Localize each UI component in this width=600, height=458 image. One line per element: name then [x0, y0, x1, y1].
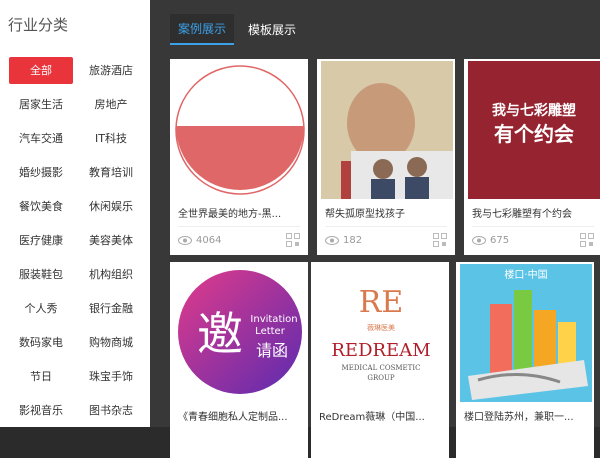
view-count: 4064: [196, 234, 222, 246]
category-label: 教育培训: [89, 166, 133, 179]
invite-en-1: Invitation: [250, 314, 297, 325]
category-item[interactable]: 汽车交通: [6, 121, 76, 155]
logo-sub-2: GROUP: [367, 374, 395, 382]
card-title: 帮失孤原型找孩子: [325, 209, 405, 220]
logo-mark: RE: [359, 285, 404, 320]
invite-en-2: Letter: [255, 326, 286, 337]
case-card[interactable]: 全世界最美的地方-黑... 4064: [170, 59, 308, 255]
category-label: 个人秀: [24, 302, 58, 315]
case-card[interactable]: RE 薇琳医美 REDREAM MEDICAL COSMETIC GROUP R…: [311, 262, 449, 458]
category-label: 节日: [30, 370, 52, 383]
city-banner-text: 楼口·中国: [504, 268, 547, 281]
view-count: 675: [490, 234, 510, 246]
category-label: 服装鞋包: [19, 268, 63, 281]
category-item[interactable]: 数码家电: [6, 325, 76, 359]
category-label: 图书杂志: [89, 404, 133, 417]
case-card[interactable]: 楼口·中国 楼口登陆苏州，兼职一...: [456, 262, 594, 458]
case-card[interactable]: 我与七彩雕塑 有个约会 我与七彩雕塑有个约会 675: [464, 59, 600, 255]
logo-cn: 薇琳医美: [367, 323, 395, 332]
banner-line-2: 有个约会: [494, 122, 574, 146]
case-card[interactable]: 邀 Invitation Letter 请函 《青春细胞私人定制品...: [170, 262, 308, 458]
category-item[interactable]: 休闲娱乐: [76, 189, 146, 223]
category-item[interactable]: 旅游酒店: [76, 53, 146, 87]
category-label: 房地产: [94, 98, 128, 111]
category-label: 影视音乐: [19, 404, 63, 417]
category-item[interactable]: 服装鞋包: [6, 257, 76, 291]
category-label: 旅游酒店: [89, 64, 133, 77]
category-item[interactable]: 影视音乐: [6, 393, 76, 427]
sidebar-title: 行业分类: [8, 16, 69, 34]
category-item[interactable]: 医疗健康: [6, 223, 76, 257]
category-item[interactable]: 珠宝手饰: [76, 359, 146, 393]
category-list: 全部 旅游酒店居家生活 房地产汽车交通 IT科技婚纱摄影 教育培训餐饮美食 休闲娱乐医疗健…: [6, 53, 146, 427]
category-item[interactable]: 居家生活: [6, 87, 76, 121]
banner-image: 我与七彩雕塑 有个约会: [468, 61, 600, 199]
banner-line-1: 我与七彩雕塑: [492, 102, 576, 119]
category-label: 餐饮美食: [19, 200, 63, 213]
redream-logo-image: RE 薇琳医美 REDREAM MEDICAL COSMETIC GROUP: [315, 264, 447, 402]
category-item[interactable]: IT科技: [76, 121, 146, 155]
qr-code-icon[interactable]: [433, 233, 447, 247]
category-label: 婚纱摄影: [19, 166, 63, 179]
card-title: ReDream薇琳（中国...: [319, 412, 425, 423]
category-item[interactable]: 节日: [6, 359, 76, 393]
tab-bar: 案例展示 模板展示: [170, 12, 600, 46]
invite-cn: 请函: [256, 341, 288, 360]
category-label: 全部: [9, 56, 73, 84]
category-label: 珠宝手饰: [89, 370, 133, 383]
eye-icon: [472, 235, 486, 245]
eye-icon: [178, 235, 192, 245]
category-label: 医疗健康: [19, 234, 63, 247]
child-photo-image: [321, 61, 453, 199]
category-item[interactable]: 全部: [6, 53, 76, 87]
qr-code-icon[interactable]: [580, 233, 594, 247]
logo-name: REDREAM: [331, 340, 430, 361]
city-phone-image: 楼口·中国: [460, 264, 592, 402]
category-label: 机构组织: [89, 268, 133, 281]
card-title: 全世界最美的地方-黑...: [178, 209, 282, 220]
logo-sub-1: MEDICAL COSMETIC: [342, 364, 421, 372]
tab-templates[interactable]: 模板展示: [240, 15, 304, 44]
category-label: 美容美体: [89, 234, 133, 247]
case-card[interactable]: 帮失孤原型找孩子 182: [317, 59, 455, 255]
invite-big-char: 邀: [197, 307, 243, 361]
category-item[interactable]: 机构组织: [76, 257, 146, 291]
category-label: IT科技: [95, 132, 127, 145]
category-label: 汽车交通: [19, 132, 63, 145]
tab-cases[interactable]: 案例展示: [170, 13, 235, 45]
category-item[interactable]: 餐饮美食: [6, 189, 76, 223]
category-sidebar: 行业分类 全部 旅游酒店居家生活 房地产汽车交通 IT科技婚纱摄影 教育培训餐饮美食 休闲…: [0, 0, 151, 427]
main-content: 案例展示 模板展示 全世界最美的地方-黑... 4064 帮失孤原型找孩子 18…: [150, 0, 600, 458]
category-label: 购物商城: [89, 336, 133, 349]
category-label: 数码家电: [19, 336, 63, 349]
category-item[interactable]: 房地产: [76, 87, 146, 121]
category-label: 休闲娱乐: [89, 200, 133, 213]
eye-icon: [325, 235, 339, 245]
category-item[interactable]: 银行金融: [76, 291, 146, 325]
category-label: 居家生活: [19, 98, 63, 111]
pie-circle-image: [174, 61, 306, 199]
category-item[interactable]: 图书杂志: [76, 393, 146, 427]
card-title: 楼口登陆苏州，兼职一...: [464, 412, 574, 423]
category-item[interactable]: 教育培训: [76, 155, 146, 189]
card-title: 我与七彩雕塑有个约会: [472, 209, 572, 220]
category-item[interactable]: 美容美体: [76, 223, 146, 257]
invitation-image: 邀 Invitation Letter 请函: [174, 264, 306, 402]
category-item[interactable]: 婚纱摄影: [6, 155, 76, 189]
category-item[interactable]: 购物商城: [76, 325, 146, 359]
card-title: 《青春细胞私人定制品...: [178, 412, 288, 423]
qr-code-icon[interactable]: [286, 233, 300, 247]
category-label: 银行金融: [89, 302, 133, 315]
view-count: 182: [343, 234, 363, 246]
category-item[interactable]: 个人秀: [6, 291, 76, 325]
